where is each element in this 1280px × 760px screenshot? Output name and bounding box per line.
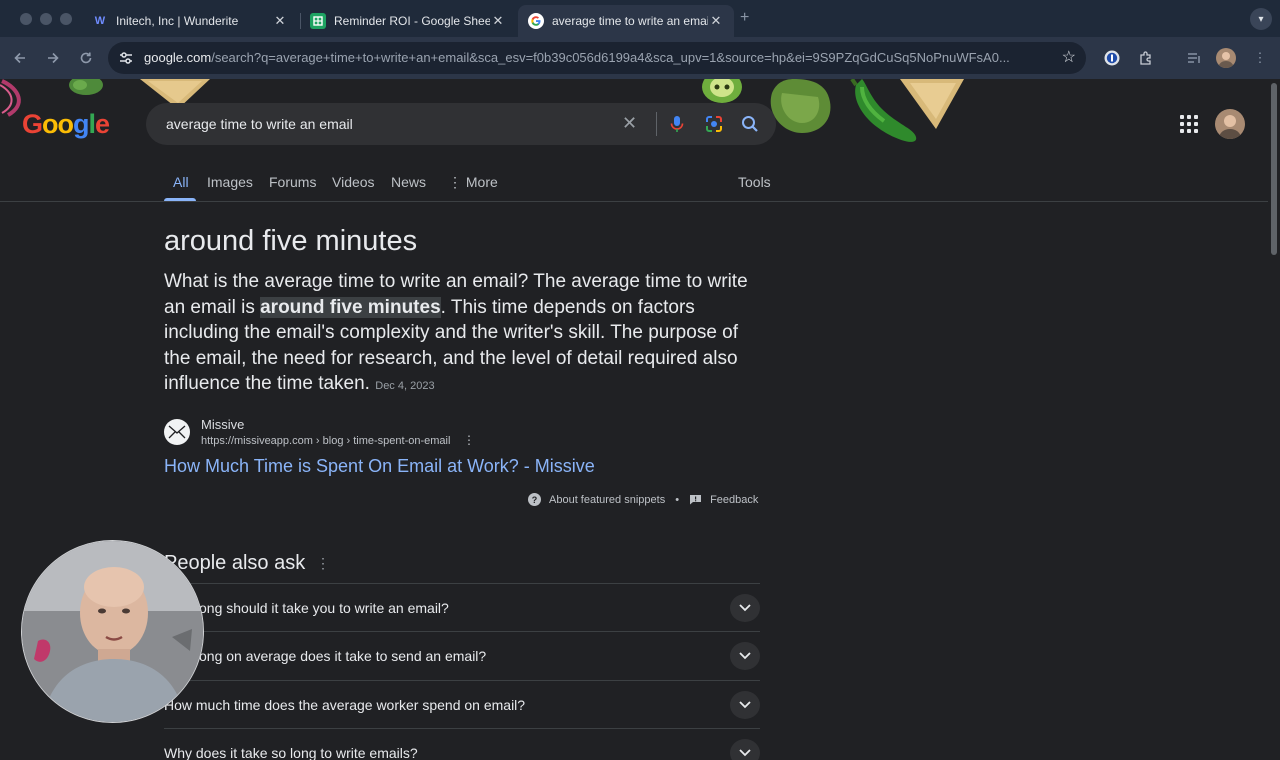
reading-list-icon[interactable]: [1184, 48, 1204, 68]
tab-title: Reminder ROI - Google Sheets: [334, 14, 490, 28]
voice-search-microphone-icon[interactable]: [667, 114, 687, 134]
tab-title: Initech, Inc | Wunderite: [116, 14, 239, 28]
chevron-down-icon[interactable]: [730, 739, 760, 760]
chevron-down-icon[interactable]: [730, 691, 760, 719]
help-question-icon: ?: [528, 493, 541, 506]
tabs-divider: [0, 201, 1268, 202]
google-icon: [528, 13, 544, 29]
reload-icon[interactable]: [75, 47, 97, 69]
snippet-highlight: around five minutes: [260, 296, 441, 318]
url-host: google.com: [144, 50, 212, 65]
tab-forums[interactable]: Forums: [269, 174, 316, 190]
separator-dot: •: [675, 493, 680, 506]
browser-toolbar: google.com/search?q=average+time+to+writ…: [0, 37, 1280, 79]
chevron-down-icon[interactable]: [730, 642, 760, 670]
featured-result-link[interactable]: How Much Time is Spent On Email at Work?…: [164, 456, 595, 477]
snippet-date: Dec 4, 2023: [375, 380, 435, 393]
people-also-ask-item[interactable]: How long on average does it take to send…: [164, 631, 760, 679]
page-scrollbar[interactable]: [1268, 79, 1280, 760]
address-bar[interactable]: google.com/search?q=average+time+to+writ…: [108, 42, 1086, 74]
source-site-name[interactable]: Missive: [201, 417, 244, 432]
bookmark-star-icon[interactable]: ☆: [1062, 47, 1076, 67]
search-box-divider: [656, 112, 657, 136]
back-arrow-icon[interactable]: [9, 47, 31, 69]
google-lens-icon[interactable]: [704, 114, 724, 134]
search-icon[interactable]: [740, 114, 760, 134]
sheets-icon: [310, 13, 326, 29]
question-text: How long should it take you to write an …: [164, 600, 449, 616]
close-tab-icon[interactable]: ✕: [490, 13, 506, 29]
result-options-icon[interactable]: ⋮: [463, 433, 475, 447]
wunderite-icon: W: [94, 15, 106, 27]
site-settings-icon[interactable]: [118, 50, 134, 66]
tools-button[interactable]: Tools: [738, 174, 771, 190]
question-text: How long on average does it take to send…: [164, 648, 487, 664]
chrome-profile-avatar[interactable]: [1216, 48, 1236, 68]
featured-snippet-text: What is the average time to write an ema…: [164, 269, 764, 400]
browser-tab-google-search[interactable]: average time to write an email ✕: [518, 5, 734, 37]
people-also-ask-options-icon[interactable]: ⋮: [316, 555, 330, 572]
people-also-ask-item[interactable]: How much time does the average worker sp…: [164, 680, 760, 728]
tab-all[interactable]: All: [173, 174, 189, 190]
lettuce-doodle-icon: [69, 79, 103, 95]
browser-tab-wunderite[interactable]: W Initech, Inc | Wunderite ✕: [82, 5, 298, 37]
search-query-input[interactable]: average time to write an email: [166, 116, 353, 132]
source-url[interactable]: https://missiveapp.com › blog › time-spe…: [201, 435, 450, 447]
close-tab-icon[interactable]: ✕: [708, 13, 724, 29]
google-logo[interactable]: Google: [22, 109, 110, 140]
jalapeno-slice-doodle-icon: [702, 79, 742, 103]
scrollbar-thumb[interactable]: [1271, 83, 1277, 255]
people-also-ask-heading: People also ask: [164, 552, 306, 574]
tortilla-chip-doodle-icon: [900, 79, 964, 129]
tab-news[interactable]: News: [391, 174, 426, 190]
google-apps-grid-icon[interactable]: [1180, 115, 1198, 133]
window-zoom-dot[interactable]: [60, 13, 72, 25]
question-text: How much time does the average worker sp…: [164, 697, 526, 713]
missive-favicon-icon[interactable]: [164, 419, 190, 445]
tab-images[interactable]: Images: [207, 174, 253, 190]
chevron-down-icon[interactable]: [730, 594, 760, 622]
presenter-video-image: [22, 541, 203, 722]
browser-menu-icon[interactable]: ⋮: [1250, 48, 1270, 68]
tab-more[interactable]: ⋮ More: [448, 174, 498, 191]
more-dots-icon: ⋮: [448, 174, 466, 190]
account-avatar[interactable]: [1215, 109, 1245, 139]
people-also-ask-item[interactable]: Why does it take so long to write emails…: [164, 728, 760, 760]
about-featured-snippets-link[interactable]: About featured snippets: [549, 494, 665, 506]
tab-title: average time to write an email: [552, 14, 708, 28]
window-minimize-dot[interactable]: [40, 13, 52, 25]
search-box[interactable]: average time to write an email ✕: [146, 103, 776, 145]
browser-tab-sheets[interactable]: Reminder ROI - Google Sheets ✕: [300, 5, 516, 37]
feedback-link[interactable]: Feedback: [710, 494, 758, 506]
featured-snippet-footer: ? About featured snippets • Feedback: [528, 493, 758, 506]
forward-arrow-icon[interactable]: [42, 47, 64, 69]
clear-search-icon[interactable]: ✕: [622, 113, 637, 134]
featured-answer: around five minutes: [164, 225, 418, 257]
webcam-presenter-overlay: [21, 540, 204, 723]
close-tab-icon[interactable]: ✕: [272, 13, 288, 29]
window-close-dot[interactable]: [20, 13, 32, 25]
url-text: google.com/search?q=average+time+to+writ…: [144, 50, 1044, 65]
password-manager-extension-icon[interactable]: [1102, 48, 1122, 68]
browser-tab-strip: W Initech, Inc | Wunderite ✕ Reminder RO…: [0, 0, 1280, 37]
extensions-puzzle-icon[interactable]: [1136, 48, 1156, 68]
tab-videos[interactable]: Videos: [332, 174, 375, 190]
people-also-ask-item[interactable]: How long should it take you to write an …: [164, 583, 760, 631]
tab-more-label: More: [465, 174, 498, 190]
feedback-icon: [690, 495, 702, 505]
tab-search-icon[interactable]: ▾: [1250, 8, 1272, 30]
question-text: Why does it take so long to write emails…: [164, 745, 418, 760]
url-path: /search?q=average+time+to+write+an+email…: [211, 50, 1010, 65]
new-tab-button[interactable]: +: [740, 9, 749, 27]
